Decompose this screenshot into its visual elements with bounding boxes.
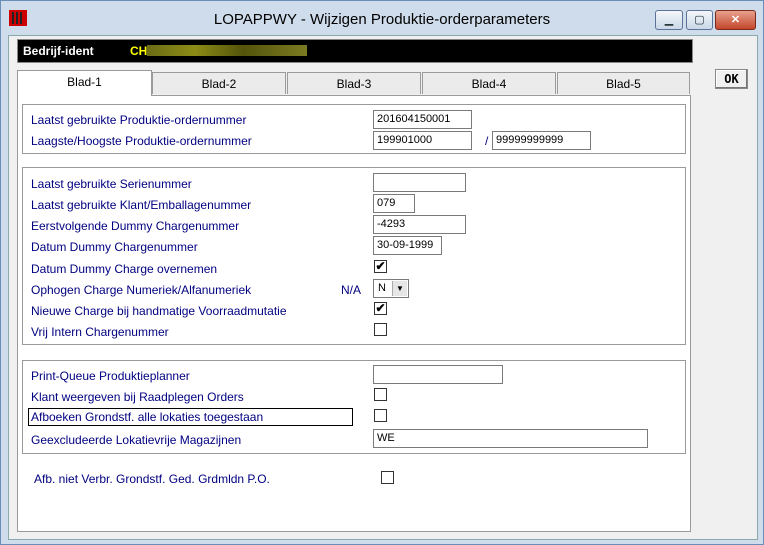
book-raw-checkbox[interactable]	[374, 409, 387, 422]
increment-label: Ophogen Charge Numeriek/Alfanumeriek	[31, 283, 252, 297]
company-label: Bedrijf-ident	[23, 44, 94, 58]
tab-blad-2[interactable]: Blad-2	[152, 72, 286, 94]
dummy-date-input[interactable]: 30-09-1999	[373, 236, 442, 255]
tab-blad-4[interactable]: Blad-4	[422, 72, 556, 94]
tab-blad-5[interactable]: Blad-5	[557, 72, 690, 94]
increment-select[interactable]: N ▼	[373, 279, 409, 298]
ok-button[interactable]: OK	[715, 69, 748, 89]
range-high-input[interactable]: 99999999999	[492, 131, 591, 150]
company-value-prefix: CH	[130, 44, 148, 58]
free-charge-checkbox[interactable]	[374, 323, 387, 336]
dummy-take-checkbox[interactable]: ✔	[374, 260, 387, 273]
close-button[interactable]: ✕	[715, 10, 756, 30]
increment-select-value: N	[378, 282, 386, 294]
range-low-input[interactable]: 199901000	[373, 131, 472, 150]
chevron-down-icon[interactable]: ▼	[392, 281, 407, 296]
last-order-input[interactable]: 201604150001	[373, 110, 472, 129]
dummy-charge-label: Eerstvolgende Dummy Chargenummer	[31, 219, 240, 233]
last-order-label: Laatst gebruikte Produktie-ordernummer	[31, 113, 247, 127]
print-queue-input[interactable]	[373, 365, 503, 384]
dummy-date-label: Datum Dummy Chargenummer	[31, 240, 198, 254]
tab-panel: Laatst gebruikte Produktie-ordernummer 2…	[17, 95, 691, 532]
increment-na: N/A	[341, 283, 362, 297]
show-customer-label: Klant weergeven bij Raadplegen Orders	[31, 390, 244, 404]
excluded-input[interactable]: WE	[373, 429, 648, 448]
charge-group: Laatst gebruikte Serienummer Laatst gebr…	[22, 167, 686, 345]
serial-label: Laatst gebruikte Serienummer	[31, 177, 192, 191]
maximize-button[interactable]: ▢	[686, 10, 713, 30]
title-bar[interactable]: LOPAPPWY - Wijzigen Produktie-orderparam…	[1, 1, 763, 35]
customer-pack-label: Laatst gebruikte Klant/Emballagenummer	[31, 198, 252, 212]
tab-blad-1[interactable]: Blad-1	[17, 70, 152, 96]
minimize-button[interactable]: ▁	[655, 10, 683, 30]
free-charge-label: Vrij Intern Chargenummer	[31, 325, 169, 339]
company-value-redacted	[147, 45, 308, 56]
unused-raw-checkbox[interactable]	[381, 471, 394, 484]
excluded-label: Geexcludeerde Lokatievrije Magazijnen	[31, 433, 242, 447]
book-raw-label: Afboeken Grondstf. alle lokaties toegest…	[28, 408, 353, 426]
company-bar: Bedrijf-ident CH	[17, 39, 693, 63]
serial-input[interactable]	[373, 173, 466, 192]
tab-blad-3[interactable]: Blad-3	[287, 72, 421, 94]
unused-raw-label: Afb. niet Verbr. Grondstf. Ged. Grdmldn …	[34, 472, 270, 486]
print-queue-label: Print-Queue Produktieplanner	[31, 369, 190, 383]
company-value: CH	[130, 44, 308, 58]
window-title: LOPAPPWY - Wijzigen Produktie-orderparam…	[213, 11, 551, 28]
dummy-charge-input[interactable]: -4293	[373, 215, 466, 234]
planning-group: Print-Queue Produktieplanner Klant weerg…	[22, 360, 686, 454]
range-separator: /	[485, 134, 489, 148]
show-customer-checkbox[interactable]	[374, 388, 387, 401]
customer-pack-input[interactable]: 079	[373, 194, 415, 213]
range-label: Laagste/Hoogste Produktie-ordernummer	[31, 134, 252, 148]
order-number-group: Laatst gebruikte Produktie-ordernummer 2…	[22, 104, 686, 154]
client-area: Bedrijf-ident CH OK Blad-1 Blad-2 Blad-3…	[8, 35, 758, 540]
dummy-take-label: Datum Dummy Charge overnemen	[31, 262, 218, 276]
new-charge-label: Nieuwe Charge bij handmatige Voorraadmut…	[31, 304, 287, 318]
new-charge-checkbox[interactable]: ✔	[374, 302, 387, 315]
application-window: LOPAPPWY - Wijzigen Produktie-orderparam…	[0, 0, 764, 545]
